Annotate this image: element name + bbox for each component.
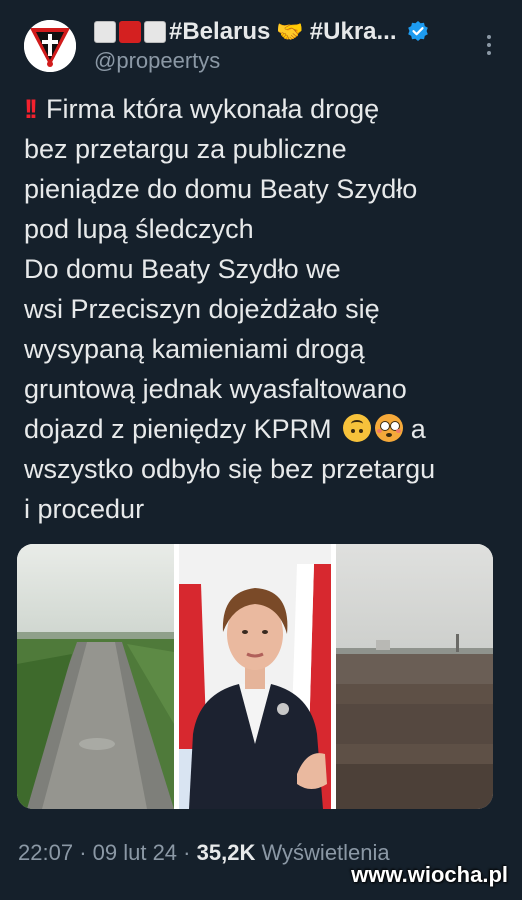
media-collage[interactable] [17,544,493,809]
tweet-text: !! Firma która wykonała drogę bez przetar… [24,89,514,529]
tweet-line: pod lupą śledczych [24,214,254,244]
meta-separator: · [183,840,191,865]
author-display-name: #Belarus [169,18,271,45]
tweet-line: bez przetargu za publiczne [24,134,347,164]
more-options-icon[interactable] [482,28,496,62]
tweet-time[interactable]: 22:07 [18,840,73,865]
tweet-header: #Belarus 🤝 #Ukra... @propeertys [0,0,522,90]
tweet-date[interactable]: 09 lut 24 [93,840,177,865]
gravel-field-photo[interactable] [336,544,493,809]
tweet-line: gruntową jednak wyasfaltowano [24,374,407,404]
watermark: www.wiocha.pl [351,862,508,887]
meta-separator: · [79,840,87,865]
tweet-line: pieniądze do domu Beaty Szydło [24,174,418,204]
tweet-line: dojazd z pieniędzy KPRM a [24,409,514,449]
views-count: 35,2K [196,840,256,865]
tweet-line: wsi Przeciszyn dojeżdżało się [24,294,380,324]
author-handle[interactable]: @propeertys [94,48,220,74]
tweet-line: wysypaną kamieniami drogą [24,334,365,364]
verified-badge-icon [406,20,430,44]
flag-white-icon [94,21,116,43]
tweet-line: Do domu Beaty Szydło we [24,254,341,284]
tweet-line: i procedur [24,494,145,524]
upside-down-face-icon [343,414,372,442]
politician-portrait-photo[interactable] [179,544,331,809]
tweet-meta: 22:07 · 09 lut 24 · 35,2K Wyświetlenia [18,840,390,866]
handshake-icon: 🤝 [276,19,304,44]
double-exclamation-icon: !! [24,94,38,124]
tweet-line-tail: a [410,414,426,444]
avatar[interactable] [24,20,76,72]
flag-red-icon [119,21,141,43]
flag-white-icon [144,21,166,43]
tweet-line: !! Firma która wykonała drogę [24,89,514,129]
author-name-row[interactable]: #Belarus 🤝 #Ukra... [94,16,430,48]
tweet-line-text: dojazd z pieniędzy KPRM [24,414,332,444]
author-display-name-suffix: #Ukra... [309,18,397,45]
country-road-photo[interactable] [17,544,174,809]
tweet-line-text: Firma która wykonała drogę [45,94,380,124]
flushed-face-icon [375,414,404,442]
tweet-line: wszystko odbyło się bez przetargu [24,454,436,484]
